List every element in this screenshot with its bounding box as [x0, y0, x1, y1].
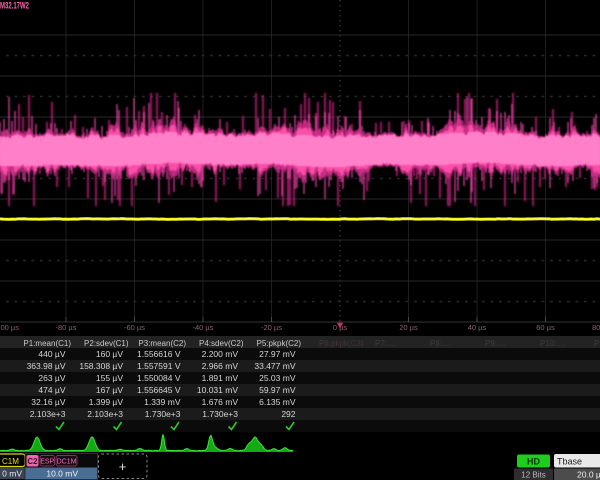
svg-text:P6:pkpk(C3): P6:pkpk(C3)	[319, 339, 364, 348]
svg-text:ESP: ESP	[40, 459, 54, 466]
svg-text:32.16 µV: 32.16 µV	[31, 397, 66, 407]
svg-text:C2: C2	[27, 457, 38, 466]
svg-text:P8:....: P8:....	[430, 339, 451, 348]
svg-text:+: +	[119, 459, 127, 474]
svg-text:P2:sdev(C1): P2:sdev(C1)	[84, 339, 129, 348]
svg-text:20 µs: 20 µs	[399, 323, 418, 332]
svg-text:80 µs: 80 µs	[592, 323, 600, 332]
svg-text:25.03 mV: 25.03 mV	[259, 373, 296, 383]
svg-text:-40 µs: -40 µs	[193, 323, 214, 332]
svg-text:C1M: C1M	[2, 457, 19, 466]
svg-text:2.103e+3: 2.103e+3	[87, 409, 123, 419]
svg-text:P7:....: P7:....	[375, 339, 396, 348]
svg-text:1.556616 V: 1.556616 V	[137, 349, 181, 359]
svg-text:2.200 mV: 2.200 mV	[202, 349, 239, 359]
svg-text:263 µV: 263 µV	[38, 373, 65, 383]
svg-text:60 µs: 60 µs	[536, 323, 555, 332]
svg-text:59.97 mV: 59.97 mV	[259, 385, 296, 395]
svg-text:P10:....: P10:....	[540, 339, 565, 348]
svg-text:1.730e+3: 1.730e+3	[202, 409, 238, 419]
svg-text:-80 µs: -80 µs	[56, 323, 77, 332]
svg-text:-60 µs: -60 µs	[124, 323, 145, 332]
svg-text:10.0 mV: 10.0 mV	[46, 469, 78, 479]
svg-text:27.97 mV: 27.97 mV	[259, 349, 296, 359]
svg-text:DC1M: DC1M	[57, 459, 77, 466]
svg-text:292: 292	[281, 409, 295, 419]
svg-text:40 µs: 40 µs	[468, 323, 487, 332]
svg-text:1.550084 V: 1.550084 V	[137, 373, 181, 383]
svg-text:1.730e+3: 1.730e+3	[145, 409, 181, 419]
svg-text:HD: HD	[527, 457, 540, 467]
svg-text:P9:....: P9:....	[485, 339, 506, 348]
svg-text:P1:mean(C1): P1:mean(C1)	[23, 339, 71, 348]
svg-text:1.339 mV: 1.339 mV	[144, 397, 181, 407]
svg-text:33.477 mV: 33.477 mV	[254, 361, 295, 371]
svg-text:Tbase: Tbase	[557, 457, 582, 467]
svg-text:440 µV: 440 µV	[38, 349, 65, 359]
svg-text:-20 µs: -20 µs	[261, 323, 282, 332]
svg-text:10.031 mV: 10.031 mV	[197, 385, 238, 395]
svg-text:1.556645 V: 1.556645 V	[137, 385, 181, 395]
svg-text:474 µV: 474 µV	[38, 385, 65, 395]
svg-text:1.557591 V: 1.557591 V	[137, 361, 181, 371]
svg-text:1.676 mV: 1.676 mV	[202, 397, 239, 407]
svg-text:2.103e+3: 2.103e+3	[30, 409, 66, 419]
svg-text:158.308 µV: 158.308 µV	[79, 361, 123, 371]
svg-text:167 µV: 167 µV	[96, 385, 123, 395]
svg-text:P5:pkpk(C2): P5:pkpk(C2)	[257, 339, 302, 348]
svg-text:1.399 µV: 1.399 µV	[89, 397, 124, 407]
svg-text:P4:sdev(C2): P4:sdev(C2)	[199, 339, 244, 348]
svg-text:6.135 mV: 6.135 mV	[259, 397, 296, 407]
svg-text:160 µV: 160 µV	[96, 349, 123, 359]
svg-text:2.966 mV: 2.966 mV	[202, 361, 239, 371]
svg-text:P11:....: P11:....	[594, 339, 600, 348]
svg-text:363.98 µV: 363.98 µV	[27, 361, 66, 371]
svg-text:1.891 mV: 1.891 mV	[202, 373, 239, 383]
svg-text:12 Bits: 12 Bits	[521, 471, 545, 480]
svg-text:P3:mean(C2): P3:mean(C2)	[138, 339, 186, 348]
svg-text:155 µV: 155 µV	[96, 373, 123, 383]
svg-text:0 mV: 0 mV	[2, 469, 22, 479]
svg-text:00 µs: 00 µs	[1, 323, 20, 332]
svg-text:20.0 µs: 20.0 µs	[577, 470, 600, 480]
svg-text:M32.17W2: M32.17W2	[0, 1, 29, 11]
